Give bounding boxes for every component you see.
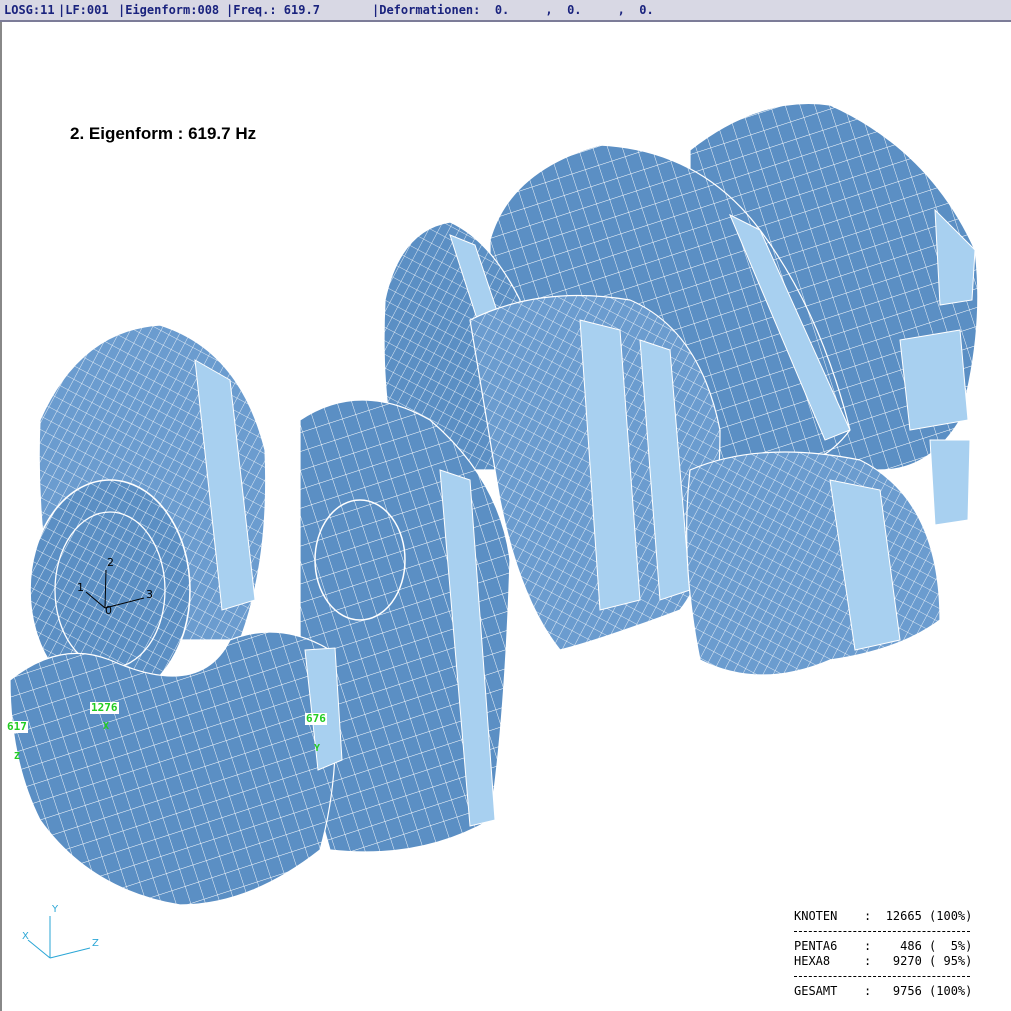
view-triad (27, 916, 91, 959)
node-label-676[interactable]: 676 (305, 713, 327, 725)
node-label-617[interactable]: 617 (6, 721, 28, 733)
penta6-label: PENTA6 (794, 939, 838, 953)
hexa8-row: HEXA8: 9270 ( 95%) (794, 954, 973, 968)
hexa8-label: HEXA8 (794, 954, 831, 968)
local-axis-1-label: 1 (77, 581, 84, 594)
knoten-label: KNOTEN (794, 909, 838, 923)
penta6-row: PENTA6: 486 ( 5%) (794, 939, 973, 953)
penta6-value: 486 ( 5%) (885, 939, 973, 953)
local-axis-2-label: 2 (107, 556, 114, 569)
local-axis-origin-label: 0 (105, 604, 112, 617)
local-axis-3-label: 3 (146, 588, 153, 601)
gesamt-value: 9756 (100%) (885, 984, 973, 998)
crankshaft-mesh-model[interactable] (0, 0, 1011, 1011)
mesh-statistics: KNOTEN: 12665 (100%) PENTA6: 486 ( 5%) H… (794, 909, 972, 999)
triad-z-label: Z (92, 938, 99, 949)
counterweight-front (9, 631, 343, 906)
stats-divider-bottom (794, 976, 970, 977)
gesamt-label: GESAMT (794, 984, 838, 998)
node-axis-676: Y (314, 743, 321, 754)
knoten-row: KNOTEN: 12665 (100%) (794, 909, 973, 923)
knoten-value: 12665 (100%) (885, 909, 973, 923)
node-axis-617: Z (14, 751, 21, 762)
triad-x-label: X (22, 931, 29, 942)
stats-divider-top (794, 931, 970, 932)
eigenform-title: 2. Eigenform : 619.7 Hz (70, 124, 257, 143)
hexa8-value: 9270 ( 95%) (885, 954, 973, 968)
node-axis-1276: X (103, 721, 110, 732)
gesamt-row: GESAMT: 9756 (100%) (794, 984, 973, 998)
node-label-1276[interactable]: 1276 (90, 702, 119, 714)
triad-y-label: Y (52, 904, 59, 915)
